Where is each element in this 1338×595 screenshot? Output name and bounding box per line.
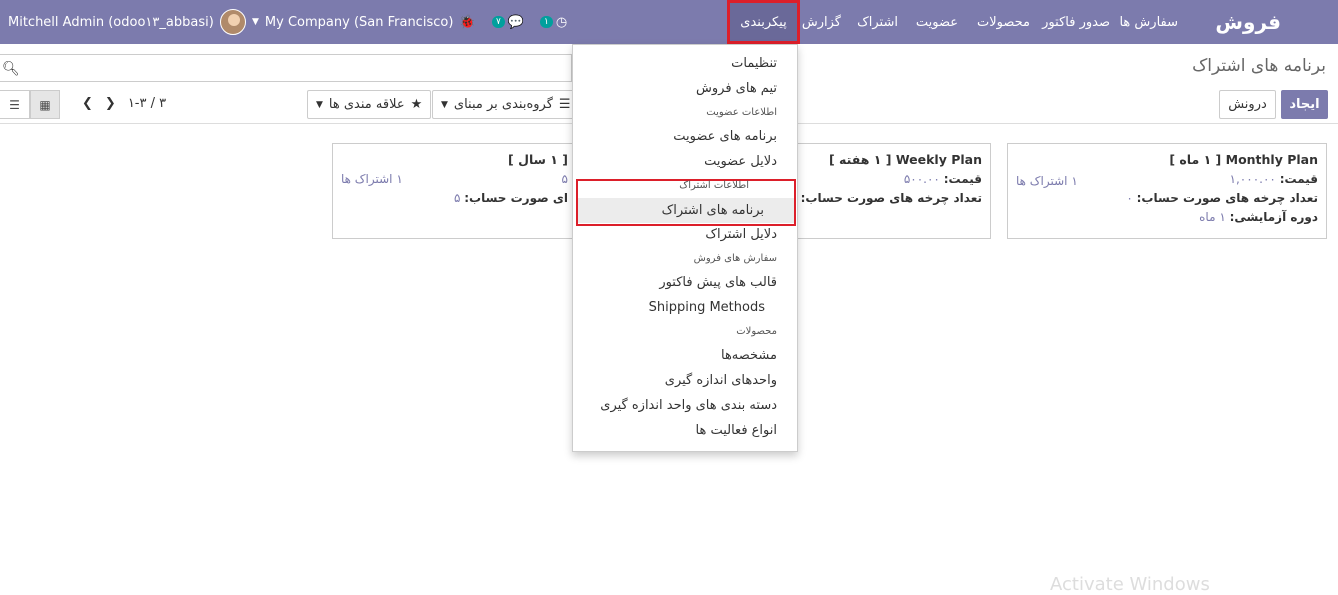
pager-next-icon[interactable]: ❯ (105, 96, 116, 111)
import-button[interactable]: درونش (1219, 90, 1276, 119)
dropdown-item-sales-teams[interactable]: تیم های فروش (696, 81, 777, 96)
groupby-button[interactable]: ▼ گروه‌بندی بر مبنای ☰ (432, 90, 580, 119)
price-value: ۵ (561, 172, 568, 186)
menu-invoicing[interactable]: صدور فاکتور (1042, 0, 1110, 44)
bug-icon[interactable]: 🐞 (459, 0, 475, 44)
favorites-label: علاقه مندی ها (328, 97, 405, 112)
menu-subscription[interactable]: اشتراک (857, 0, 898, 44)
menu-reporting[interactable]: گزارش (802, 0, 841, 44)
kanban-card-weekly[interactable]: Weekly Plan [ ۱ هفته ] قیمت: ۵۰۰.۰۰ تعدا… (784, 143, 991, 239)
pager-value[interactable]: ۱-۳ / ۳ (128, 96, 166, 111)
dropdown-item-subscription-reasons[interactable]: دلایل اشتراک (705, 227, 777, 242)
subscription-count[interactable]: ۱ اشتراک ها (1016, 174, 1078, 188)
app-brand[interactable]: فروش (1215, 0, 1281, 44)
card-trial: دوره آزمایشی: ۱ ماه (1016, 210, 1318, 224)
top-navbar: فروش سفارش ها صدور فاکتور محصولات عضویت … (0, 0, 1338, 44)
create-button[interactable]: ایجاد (1281, 90, 1328, 119)
list-icon: ☰ (558, 97, 571, 112)
dropdown-item-units-of-measure[interactable]: واحدهای اندازه گیری (665, 373, 777, 388)
kanban-view-icon[interactable]: ▦ (30, 90, 60, 119)
card-cycles: ای صورت حساب: ۵ (341, 191, 568, 205)
cycles-value: ۰ (1126, 191, 1133, 205)
user-menu[interactable]: Mitchell Admin (odoo۱۳_abbasi) (8, 0, 246, 44)
menu-products[interactable]: محصولات (977, 0, 1030, 44)
messages-badge: ۷ (492, 16, 505, 28)
dropdown-header-membership: اطلاعات عضویت (706, 107, 777, 118)
dropdown-item-subscription-plans[interactable]: برنامه های اشتراک (662, 203, 764, 218)
menu-membership[interactable]: عضویت (916, 0, 958, 44)
dropdown-header-sales-orders: سفارش های فروش (693, 253, 777, 264)
page-title: برنامه های اشتراک (1192, 56, 1326, 76)
card-cycles: تعداد چرخه های صورت حساب: ۰ (1016, 191, 1318, 205)
cycles-value: ۵ (453, 191, 461, 205)
kanban-card-monthly[interactable]: Monthly Plan [ ۱ ماه ] قیمت: ۱,۰۰۰.۰۰ تع… (1007, 143, 1327, 239)
cycles-label: تعداد چرخه های صورت حساب: (1136, 191, 1318, 205)
card-title: [ ۱ سال ] (508, 152, 568, 167)
pager-prev-icon[interactable]: ❮ (82, 96, 93, 111)
menu-configuration[interactable]: پیکربندی (727, 0, 800, 44)
dropdown-item-attributes[interactable]: مشخصه‌ها (721, 348, 777, 363)
windows-watermark: Activate Windows (1050, 574, 1210, 595)
kanban-card-yearly[interactable]: [ ۱ سال ] ۵ ای صورت حساب: ۵ ۱ اشتراک ها (332, 143, 577, 239)
caret-down-icon: ▼ (441, 99, 448, 110)
star-icon: ★ (410, 97, 423, 112)
price-label: قیمت: (943, 172, 982, 186)
view-switcher: ☰ ▦ (0, 90, 60, 119)
dropdown-item-membership-plans[interactable]: برنامه های عضویت (673, 129, 777, 144)
dropdown-item-shipping-methods[interactable]: Shipping Methods (649, 300, 765, 315)
subscription-count[interactable]: ۱ اشتراک ها (341, 172, 403, 186)
price-value: ۱,۰۰۰.۰۰ (1229, 172, 1276, 186)
price-value: ۵۰۰.۰۰ (903, 172, 940, 186)
caret-down-icon: ▼ (316, 99, 323, 110)
dropdown-item-settings[interactable]: تنظیمات (731, 56, 777, 71)
search-icon[interactable]: 🔍︎ (2, 61, 20, 77)
card-price: قیمت: ۵۰۰.۰۰ (804, 172, 982, 186)
cycles-label: ای صورت حساب: (464, 191, 568, 205)
dropdown-item-quotation-templates[interactable]: قالب های پیش فاکتور (659, 275, 777, 290)
menu-configuration-label: پیکربندی (740, 14, 787, 30)
chat-icon: 💬 (507, 14, 525, 30)
list-view-icon[interactable]: ☰ (0, 90, 30, 119)
dropdown-item-membership-reasons[interactable]: دلایل عضویت (704, 154, 777, 169)
favorites-button[interactable]: ▼ علاقه مندی ها ★ (307, 90, 431, 119)
pager: ❮ ❯ ۱-۳ / ۳ (82, 96, 166, 111)
messages-indicator[interactable]: ۷ 💬 (492, 0, 524, 44)
dropdown-header-subscription: اطلاعات اشتراک (679, 180, 749, 191)
company-name: My Company (San Francisco) (264, 14, 454, 30)
card-title: Weekly Plan [ ۱ هفته ] (828, 152, 982, 167)
card-title: Monthly Plan [ ۱ ماه ] (1169, 152, 1318, 167)
dropdown-item-activity-types[interactable]: انواع فعالیت ها (696, 423, 778, 438)
trial-label: دوره آزمایشی: (1229, 210, 1318, 224)
activities-badge: ۱ (540, 16, 553, 28)
trial-value: ۱ ماه (1199, 210, 1226, 224)
groupby-label: گروه‌بندی بر مبنای (453, 97, 553, 112)
avatar (219, 9, 246, 35)
price-label: قیمت: (1279, 172, 1318, 186)
card-cycles: تعداد چرخه های صورت حساب: ۱۰ (784, 191, 982, 205)
cycles-label: تعداد چرخه های صورت حساب: (800, 191, 982, 205)
caret-down-icon: ▼ (252, 17, 259, 27)
search-input[interactable]: 🔍︎ (0, 54, 572, 82)
menu-sales-orders[interactable]: سفارش ها (1119, 0, 1178, 44)
dropdown-item-uom-categories[interactable]: دسته بندی های واحد اندازه گیری (600, 398, 777, 413)
menu-configuration-active[interactable]: پیکربندی (727, 0, 800, 44)
company-switcher[interactable]: ▼ My Company (San Francisco) (252, 0, 453, 44)
dropdown-header-products: محصولات (736, 326, 777, 337)
configuration-dropdown: تنظیمات تیم های فروش اطلاعات عضویت برنام… (572, 44, 798, 452)
activity-indicator[interactable]: ۱ ◷ (540, 0, 567, 44)
clock-icon: ◷ (555, 14, 568, 30)
user-name: Mitchell Admin (odoo۱۳_abbasi) (8, 14, 214, 30)
